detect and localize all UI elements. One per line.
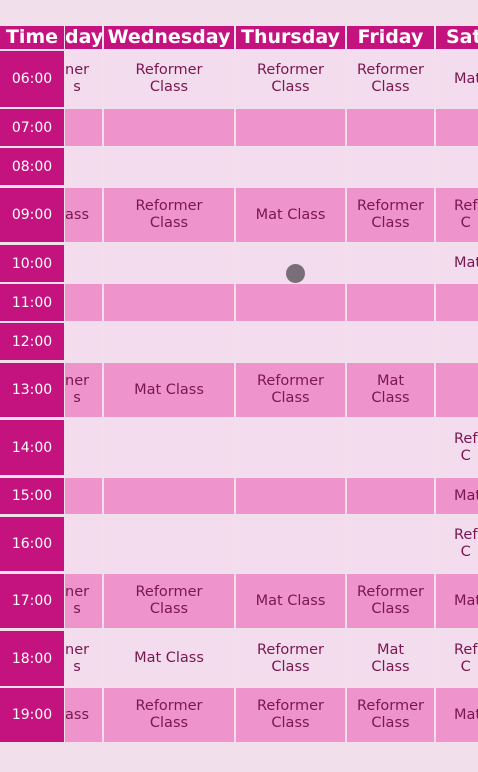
class-cell-monday[interactable]: ner s bbox=[65, 51, 102, 107]
time-label: 18:00 bbox=[0, 631, 64, 686]
class-cell-monday bbox=[65, 284, 102, 321]
class-cell-saturday bbox=[436, 109, 478, 146]
class-cell-friday bbox=[347, 148, 434, 185]
class-cell-monday bbox=[65, 245, 102, 282]
time-label: 11:00 bbox=[0, 284, 64, 321]
class-cell-friday bbox=[347, 517, 434, 571]
class-cell-friday[interactable]: Mat Class bbox=[347, 363, 434, 417]
class-cell-monday bbox=[65, 420, 102, 475]
timetable: Time day Wednesday Thursday Friday Sat 0… bbox=[0, 0, 478, 772]
class-cell-saturday bbox=[436, 323, 478, 360]
class-cell-saturday[interactable]: Ref C bbox=[436, 631, 478, 686]
class-cell-thursday[interactable]: Mat Class bbox=[236, 188, 345, 242]
header-friday: Friday bbox=[347, 26, 434, 49]
class-cell-monday[interactable]: ner s bbox=[65, 574, 102, 628]
class-cell-wednesday bbox=[104, 478, 234, 514]
class-cell-friday[interactable]: Mat Class bbox=[347, 631, 434, 686]
class-cell-monday bbox=[65, 323, 102, 360]
class-cell-thursday[interactable]: Reformer Class bbox=[236, 688, 345, 742]
time-label: 19:00 bbox=[0, 688, 64, 742]
time-label: 07:00 bbox=[0, 109, 64, 146]
class-cell-wednesday[interactable]: Reformer Class bbox=[104, 51, 234, 107]
class-cell-saturday[interactable]: Ref C bbox=[436, 420, 478, 475]
class-cell-wednesday bbox=[104, 517, 234, 571]
class-cell-monday bbox=[65, 478, 102, 514]
touch-cursor-indicator bbox=[286, 264, 305, 283]
time-label: 15:00 bbox=[0, 478, 64, 514]
time-label: 16:00 bbox=[0, 517, 64, 571]
time-label: 14:00 bbox=[0, 420, 64, 475]
class-cell-saturday[interactable]: Mat bbox=[436, 574, 478, 628]
class-cell-saturday[interactable]: Mat bbox=[436, 478, 478, 514]
class-cell-monday bbox=[65, 109, 102, 146]
time-label: 12:00 bbox=[0, 323, 64, 360]
class-cell-monday bbox=[65, 517, 102, 571]
class-cell-wednesday bbox=[104, 148, 234, 185]
class-cell-saturday bbox=[436, 148, 478, 185]
class-cell-monday bbox=[65, 148, 102, 185]
class-cell-thursday bbox=[236, 109, 345, 146]
class-cell-friday[interactable]: Reformer Class bbox=[347, 688, 434, 742]
class-cell-saturday[interactable]: Ref C bbox=[436, 517, 478, 571]
class-cell-wednesday[interactable]: Reformer Class bbox=[104, 188, 234, 242]
class-cell-friday bbox=[347, 284, 434, 321]
class-cell-thursday bbox=[236, 420, 345, 475]
class-cell-wednesday[interactable]: Mat Class bbox=[104, 631, 234, 686]
header-wednesday: Wednesday bbox=[104, 26, 234, 49]
class-cell-friday[interactable]: Reformer Class bbox=[347, 51, 434, 107]
time-label: 08:00 bbox=[0, 148, 64, 185]
class-cell-thursday bbox=[236, 284, 345, 321]
class-cell-saturday[interactable]: Mat bbox=[436, 245, 478, 282]
class-cell-thursday bbox=[236, 478, 345, 514]
time-label: 10:00 bbox=[0, 245, 64, 282]
time-label: 09:00 bbox=[0, 188, 64, 242]
time-label: 13:00 bbox=[0, 363, 64, 417]
class-cell-friday bbox=[347, 109, 434, 146]
header-time: Time bbox=[0, 26, 64, 49]
class-cell-friday bbox=[347, 420, 434, 475]
class-cell-wednesday[interactable]: Reformer Class bbox=[104, 574, 234, 628]
class-cell-monday[interactable]: ass bbox=[65, 188, 102, 242]
class-cell-wednesday bbox=[104, 284, 234, 321]
header-monday: day bbox=[65, 26, 102, 49]
time-label: 17:00 bbox=[0, 574, 64, 628]
class-cell-thursday bbox=[236, 517, 345, 571]
class-cell-thursday[interactable]: Reformer Class bbox=[236, 363, 345, 417]
class-cell-monday[interactable]: ner s bbox=[65, 363, 102, 417]
class-cell-saturday[interactable]: Ref C bbox=[436, 188, 478, 242]
header-thursday: Thursday bbox=[236, 26, 345, 49]
class-cell-friday bbox=[347, 323, 434, 360]
class-cell-friday bbox=[347, 245, 434, 282]
class-cell-thursday[interactable]: Reformer Class bbox=[236, 51, 345, 107]
class-cell-saturday bbox=[436, 363, 478, 417]
class-cell-wednesday bbox=[104, 245, 234, 282]
class-cell-monday[interactable]: ass bbox=[65, 688, 102, 742]
header-saturday: Sat bbox=[436, 26, 478, 49]
class-cell-thursday bbox=[236, 323, 345, 360]
class-cell-saturday[interactable]: Mat bbox=[436, 688, 478, 742]
time-label: 06:00 bbox=[0, 51, 64, 107]
class-cell-wednesday[interactable]: Mat Class bbox=[104, 363, 234, 417]
class-cell-thursday[interactable]: Mat Class bbox=[236, 574, 345, 628]
class-cell-wednesday bbox=[104, 323, 234, 360]
class-cell-saturday bbox=[436, 284, 478, 321]
class-cell-friday[interactable]: Reformer Class bbox=[347, 574, 434, 628]
class-cell-wednesday bbox=[104, 109, 234, 146]
class-cell-friday bbox=[347, 478, 434, 514]
class-cell-friday[interactable]: Reformer Class bbox=[347, 188, 434, 242]
class-cell-monday[interactable]: ner s bbox=[65, 631, 102, 686]
class-cell-thursday bbox=[236, 148, 345, 185]
class-cell-wednesday bbox=[104, 420, 234, 475]
class-cell-saturday[interactable]: Mat bbox=[436, 51, 478, 107]
class-cell-wednesday[interactable]: Reformer Class bbox=[104, 688, 234, 742]
class-cell-thursday[interactable]: Reformer Class bbox=[236, 631, 345, 686]
